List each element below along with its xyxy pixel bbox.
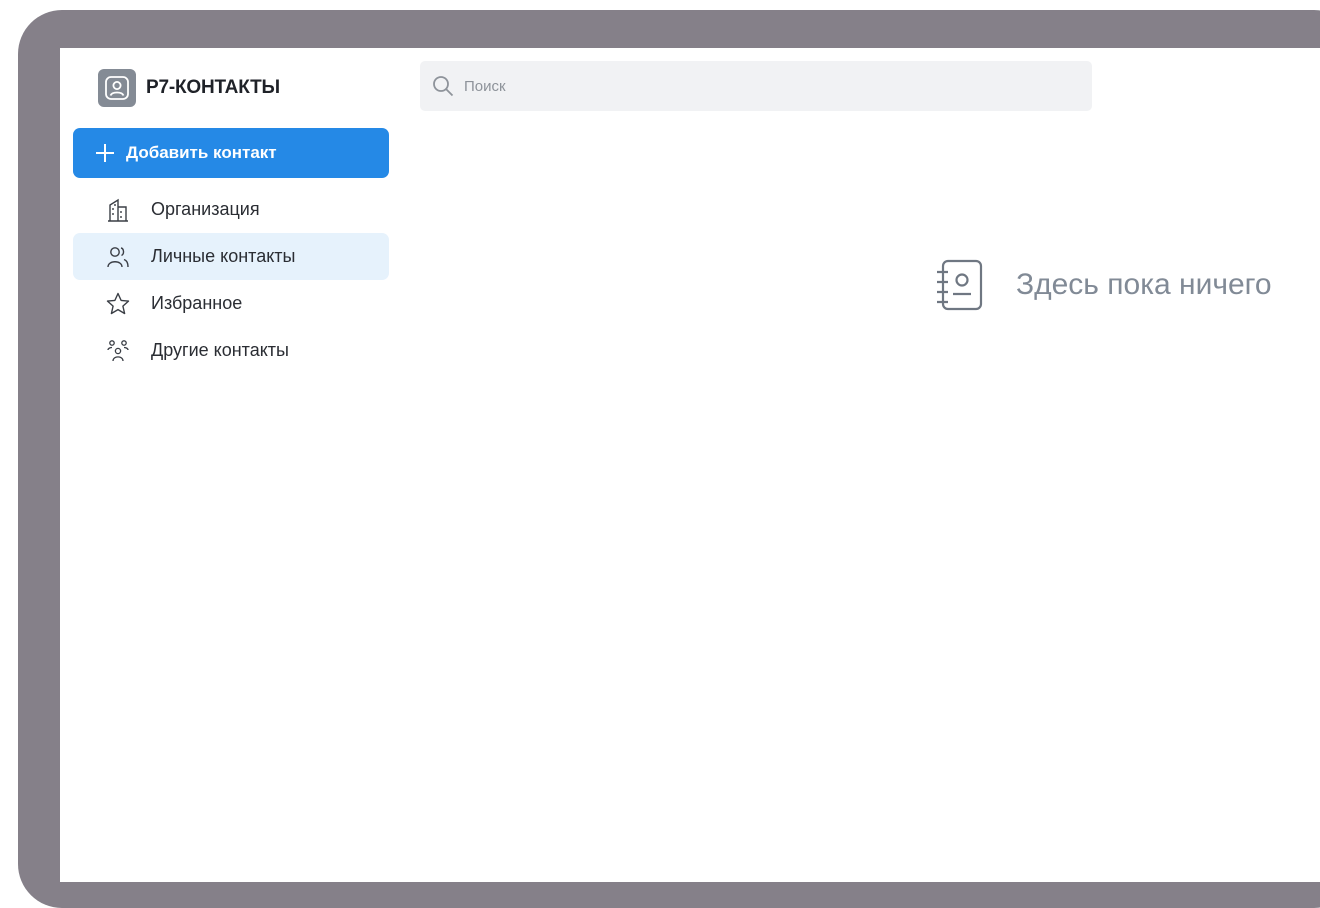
sidebar-item-personal-contacts[interactable]: Личные контакты	[73, 233, 389, 280]
contacts-logo-icon	[98, 69, 136, 107]
app-brand[interactable]: Р7-КОНТАКТЫ	[98, 69, 280, 107]
sidebar-item-label: Личные контакты	[151, 246, 296, 266]
address-book-icon	[934, 258, 986, 312]
sidebar-item-label: Другие контакты	[151, 340, 289, 360]
star-icon	[103, 290, 133, 318]
sidebar-item-label: Организация	[151, 199, 260, 219]
plus-icon	[95, 143, 115, 163]
users-icon	[103, 243, 133, 271]
empty-state: Здесь пока ничего	[934, 258, 1272, 312]
sidebar-item-favorites[interactable]: Избранное	[73, 280, 389, 327]
app-title: Р7-КОНТАКТЫ	[146, 77, 280, 98]
add-contact-button[interactable]: Добавить контакт	[73, 128, 389, 178]
app-window: Р7-КОНТАКТЫ Добавить контакт	[60, 48, 1320, 882]
sidebar-item-label: Избранное	[151, 293, 243, 313]
search-bar	[420, 61, 1092, 111]
group-icon	[103, 337, 133, 365]
search-input[interactable]	[462, 65, 1066, 107]
search-icon	[432, 75, 454, 97]
empty-state-text: Здесь пока ничего	[1016, 268, 1272, 301]
building-icon	[103, 196, 133, 224]
sidebar-item-organization[interactable]: Организация	[73, 186, 389, 233]
add-contact-label: Добавить контакт	[126, 143, 277, 162]
sidebar-item-other-contacts[interactable]: Другие контакты	[73, 327, 389, 374]
sidebar-nav: Организация Личные контакты Избранное Др…	[73, 186, 389, 374]
